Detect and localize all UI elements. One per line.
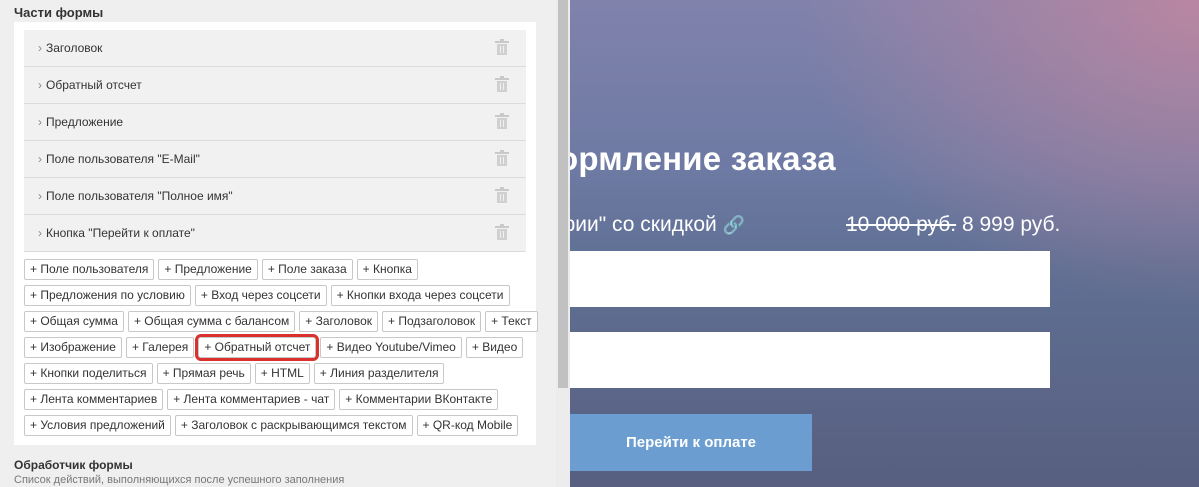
add-part-chip[interactable]: + Общая сумма [24, 311, 124, 332]
add-part-chip[interactable]: + Прямая речь [156, 363, 251, 384]
preview-offer: фии" со скидкой 🔗 [570, 213, 745, 237]
chip-row: + Изображение + Галерея + Обратный отсчет +… [24, 334, 524, 361]
trash-icon[interactable] [495, 76, 509, 92]
add-part-chip[interactable]: + Линия разделителя [313, 363, 445, 384]
chip-row: + Предложения по условию + Вход через соц… [24, 285, 524, 306]
form-parts-list: › Заголовок › Обратный отсчет › Предложение › П… [24, 30, 526, 252]
add-part-chip[interactable]: + Видео Youtube/Vimeo [320, 337, 462, 358]
scrollbar-thumb[interactable] [558, 0, 568, 388]
add-part-chip[interactable]: + Видео [465, 337, 524, 358]
form-parts-card: › Заголовок › Обратный отсчет › Предложение › П… [14, 22, 538, 445]
pay-button[interactable]: Перейти к оплате [570, 414, 812, 471]
trash-icon[interactable] [495, 39, 509, 55]
form-part-label: Предложение [46, 115, 124, 129]
chip-row: + Поле пользователя + Предложение + Поле з… [24, 259, 524, 280]
chevron-right-icon[interactable]: › [38, 152, 46, 166]
form-part-row[interactable]: › Обратный отсчет [24, 67, 526, 104]
form-part-label: Поле пользователя "E-Mail" [46, 152, 200, 166]
form-part-row[interactable]: › Поле пользователя "E-Mail" [24, 141, 526, 178]
chip-row: + Общая сумма + Общая сумма с балансом + З… [24, 311, 538, 332]
trash-icon[interactable] [495, 113, 509, 129]
add-part-chip[interactable]: + Подзаголовок [382, 311, 482, 332]
handler-title: Обработчик формы [14, 458, 133, 472]
add-part-chip[interactable]: + Лента комментариев - чат [167, 389, 336, 410]
add-part-chip[interactable]: + Заголовок с раскрывающимся текстом [174, 415, 413, 436]
form-part-row[interactable]: › Заголовок [24, 30, 526, 67]
preview-price: 10 000 руб. 8 999 руб. [846, 213, 1060, 237]
preview-title: ормление заказа [570, 140, 836, 177]
trash-icon[interactable] [495, 187, 509, 203]
add-part-chip[interactable]: + Галерея [125, 337, 195, 358]
add-part-chip[interactable]: + Условия предложений [24, 415, 171, 436]
chip-row: + Кнопки поделиться + Прямая речь + HTML + … [24, 363, 524, 384]
form-part-label: Поле пользователя "Полное имя" [46, 189, 233, 203]
add-part-chip[interactable]: + Комментарии ВКонтакте [339, 389, 499, 410]
panel-scrollbar[interactable] [556, 0, 570, 487]
chevron-right-icon[interactable]: › [38, 226, 46, 240]
add-part-chip[interactable]: + Текст [485, 311, 538, 332]
form-part-row[interactable]: › Предложение [24, 104, 526, 141]
add-part-chip[interactable]: + Кнопки входа через соцсети [330, 285, 510, 306]
full-name-field[interactable] [570, 332, 1050, 388]
add-part-chip[interactable]: + Предложения по условию [24, 285, 191, 306]
add-part-chip[interactable]: + Лента комментариев [24, 389, 164, 410]
form-part-label: Обратный отсчет [46, 78, 142, 92]
chevron-right-icon[interactable]: › [38, 78, 46, 92]
form-part-label: Кнопка "Перейти к оплате" [46, 226, 195, 240]
add-part-chip[interactable]: + Предложение [158, 259, 258, 280]
new-price: 8 999 руб. [956, 213, 1061, 236]
add-part-chip[interactable]: + Поле пользователя [24, 259, 155, 280]
add-part-chip[interactable]: + Заголовок [299, 311, 379, 332]
form-part-label: Заголовок [46, 41, 103, 55]
section-title: Части формы [14, 5, 104, 20]
old-price: 10 000 руб. [846, 213, 957, 236]
add-part-chip[interactable]: + QR-код Mobile [416, 415, 519, 436]
add-part-chip[interactable]: + Кнопки поделиться [24, 363, 153, 384]
offer-text: фии" со скидкой [570, 213, 717, 236]
form-editor-panel: Части формы › Заголовок › Обратный отсчет › П… [0, 0, 556, 487]
add-part-chip[interactable]: + Поле заказа [261, 259, 353, 280]
chevron-right-icon[interactable]: › [38, 189, 46, 203]
trash-icon[interactable] [495, 150, 509, 166]
handler-subtitle: Список действий, выполняющихся после усп… [14, 474, 345, 486]
link-icon[interactable]: 🔗 [723, 215, 745, 236]
chip-row: + Лента комментариев + Лента комментариев… [24, 389, 524, 410]
form-preview: ормление заказа фии" со скидкой 🔗 10 000 … [570, 0, 1199, 487]
email-field[interactable] [570, 251, 1050, 307]
add-part-chip[interactable]: + Вход через соцсети [194, 285, 327, 306]
add-part-chip[interactable]: + Общая сумма с балансом [127, 311, 296, 332]
add-countdown-chip[interactable]: + Обратный отсчет [195, 334, 320, 361]
add-part-chips: + Поле пользователя + Предложение + Поле з… [24, 259, 538, 441]
add-part-chip[interactable]: + HTML [254, 363, 310, 384]
chevron-right-icon[interactable]: › [38, 115, 46, 129]
add-part-chip[interactable]: + Кнопка [356, 259, 418, 280]
form-part-row[interactable]: › Кнопка "Перейти к оплате" [24, 215, 526, 252]
add-part-chip[interactable]: + Изображение [24, 337, 122, 358]
chevron-right-icon[interactable]: › [38, 41, 46, 55]
trash-icon[interactable] [495, 224, 509, 240]
form-part-row[interactable]: › Поле пользователя "Полное имя" [24, 178, 526, 215]
chip-row: + Условия предложений + Заголовок с раскр… [24, 415, 524, 436]
